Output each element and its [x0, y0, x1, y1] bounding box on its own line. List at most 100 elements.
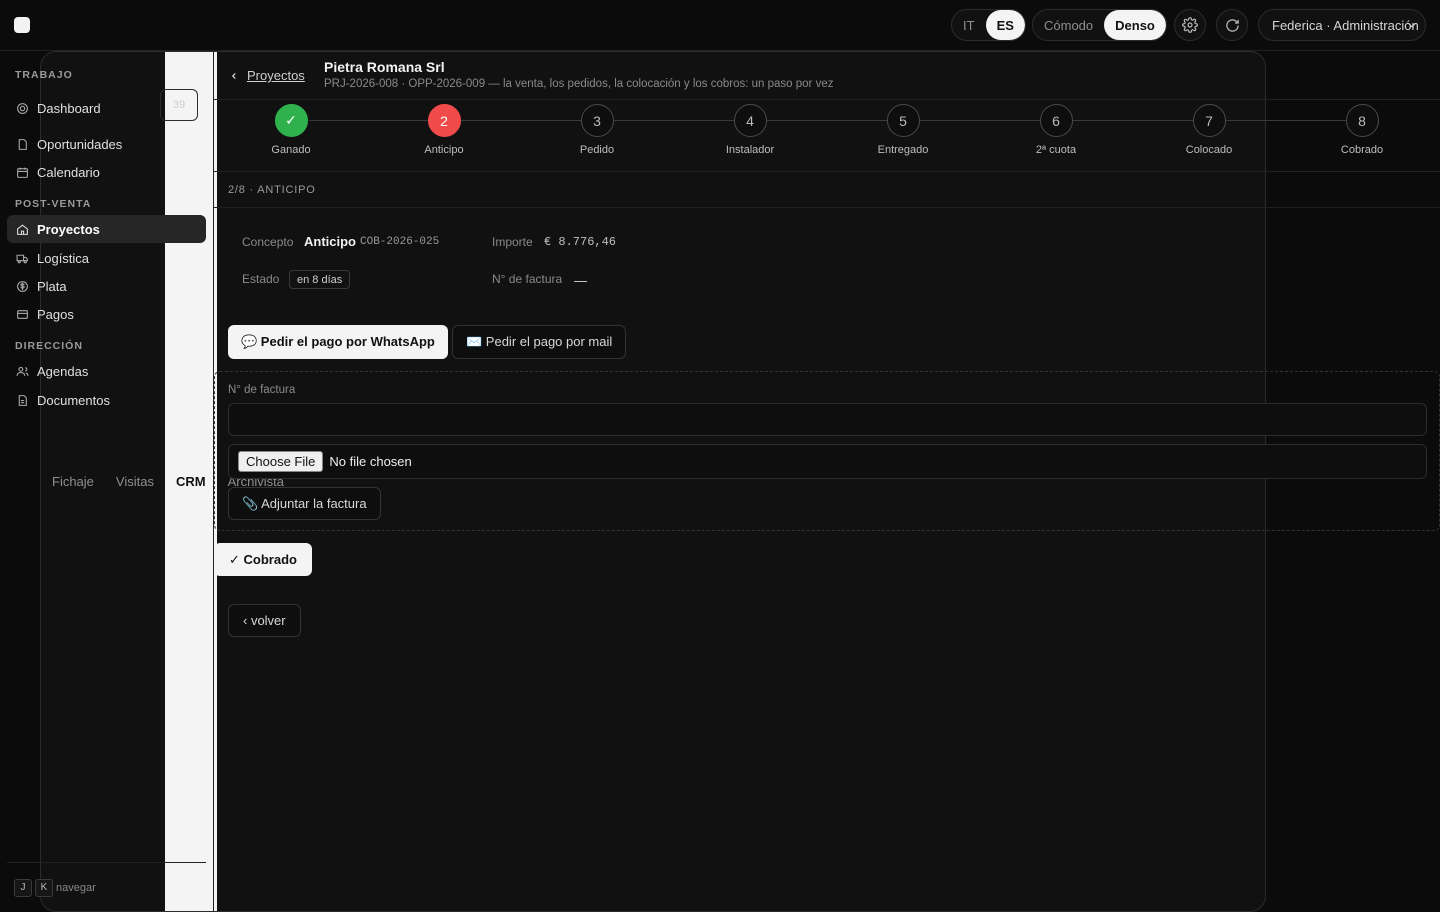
- step-ganado[interactable]: ✓ Ganado: [241, 104, 341, 156]
- step-circle: 8: [1345, 104, 1379, 137]
- step-entregado[interactable]: 5 Entregado: [853, 104, 953, 156]
- sidebar-item-label: Dashboard: [37, 100, 101, 116]
- step-circle: 3: [580, 104, 614, 137]
- step-instalador[interactable]: 4 Instalador: [700, 104, 800, 156]
- density-switcher: Cómodo Denso: [1032, 9, 1167, 41]
- sidebar-item-plata[interactable]: Plata: [7, 272, 206, 300]
- density-comodo[interactable]: Cómodo: [1033, 10, 1104, 40]
- sidebar-item-calendario[interactable]: Calendario: [7, 158, 206, 186]
- sidebar-item-label: Calendario: [37, 164, 100, 180]
- mark-paid-button[interactable]: ✓ Cobrado: [214, 543, 312, 576]
- file-icon: [16, 138, 29, 151]
- project-header: Proyectos Pietra Romana Srl PRJ-2026-008…: [214, 51, 1440, 100]
- step-anticipo[interactable]: 2 Anticipo: [394, 104, 494, 156]
- amount-value: € 8.776,46: [544, 235, 617, 249]
- sidebar-item-dashboard[interactable]: Dashboard 39: [7, 89, 206, 122]
- target-icon: [16, 102, 29, 115]
- step-label: Anticipo: [424, 144, 464, 156]
- step-circle: 4: [733, 104, 767, 137]
- dollar-icon: [16, 280, 29, 293]
- step-circle: 2: [427, 104, 461, 137]
- sidebar-item-label: Pagos: [37, 306, 74, 322]
- sidebar-item-proyectos[interactable]: Proyectos: [7, 215, 206, 243]
- step-label: Entregado: [877, 144, 929, 156]
- kbd-k: K: [35, 878, 53, 897]
- card-icon: [16, 308, 29, 321]
- invoice-number-label: N° de factura: [492, 272, 563, 286]
- invoice-number-input[interactable]: [228, 403, 1427, 436]
- chevron-down-icon: [1408, 22, 1416, 28]
- sidebar-item-documentos[interactable]: Documentos: [7, 386, 206, 414]
- attach-invoice-button[interactable]: 📎 Adjuntar la factura: [228, 487, 381, 520]
- sidebar-item-agendas[interactable]: Agendas: [7, 357, 206, 385]
- sidebar-item-label: Logística: [37, 250, 90, 266]
- calendar-icon: [16, 166, 29, 179]
- density-denso[interactable]: Denso: [1104, 10, 1166, 40]
- step-cobrado[interactable]: 8 Cobrado: [1312, 104, 1412, 156]
- sidebar-item-label: Agendas: [37, 363, 89, 379]
- settings-button[interactable]: [1174, 9, 1206, 41]
- main-content: Proyectos Pietra Romana Srl PRJ-2026-008…: [214, 51, 1440, 912]
- sidebar-item-label: Proyectos: [37, 221, 100, 237]
- step-pedido[interactable]: 3 Pedido: [547, 104, 647, 156]
- step-circle: ✓: [274, 104, 308, 137]
- step-label: 2ª cuota: [1035, 144, 1077, 156]
- top-bar: Fichaje Visitas CRM Archivista IT ES Cóm…: [0, 0, 1440, 912]
- document-icon: [16, 394, 29, 407]
- sidebar: TRABAJO Dashboard 39 Oportunidades Calen…: [0, 51, 214, 912]
- sidebar-item-logistica[interactable]: Logística: [7, 244, 206, 272]
- home-icon: [16, 223, 29, 236]
- step-circle: 5: [886, 104, 920, 137]
- step-colocado[interactable]: 7 Colocado: [1159, 104, 1259, 156]
- status-badge: en 8 días: [289, 270, 351, 289]
- sidebar-item-pagos[interactable]: Pagos: [7, 300, 206, 328]
- status-label: Estado: [242, 272, 280, 286]
- step-section-label: 2/8 · ANTICIPO: [228, 184, 316, 196]
- kbd-j: J: [14, 878, 32, 897]
- invoice-file-input[interactable]: Choose File No file chosen: [228, 444, 1427, 479]
- concept-code: COB-2026-025: [360, 236, 440, 248]
- language-switcher: IT ES: [951, 9, 1026, 41]
- step-segunda-cuota[interactable]: 6 2ª cuota: [1006, 104, 1106, 156]
- back-button[interactable]: ‹ volver: [228, 604, 301, 637]
- truck-icon: [16, 252, 29, 265]
- invoice-number-value: —: [574, 273, 587, 288]
- page-title: Pietra Romana Srl: [324, 59, 445, 75]
- app-logo-icon: [14, 17, 30, 33]
- divider: [214, 207, 1440, 208]
- sidebar-item-oportunidades[interactable]: Oportunidades: [7, 130, 206, 158]
- sidebar-item-label: Documentos: [37, 392, 110, 408]
- concept-value: Anticipo: [304, 234, 356, 249]
- progress-stepper: ✓ Ganado 2 Anticipo 3 Pedido 4 Instalado…: [214, 101, 1440, 172]
- file-status-text: No file chosen: [329, 454, 412, 469]
- step-label: Cobrado: [1340, 144, 1384, 156]
- refresh-button[interactable]: [1216, 9, 1248, 41]
- invoice-upload-panel: N° de factura Choose File No file chosen…: [214, 371, 1440, 531]
- language-it[interactable]: IT: [952, 10, 986, 40]
- amount-label: Importe: [492, 235, 533, 249]
- sidebar-item-label: Oportunidades: [37, 136, 123, 152]
- chevron-left-icon: [231, 72, 236, 79]
- request-payment-whatsapp-button[interactable]: 💬 Pedir el pago por WhatsApp: [228, 325, 448, 359]
- step-circle: 7: [1192, 104, 1226, 137]
- language-es[interactable]: ES: [985, 10, 1025, 40]
- step-circle: 6: [1039, 104, 1073, 137]
- request-payment-mail-button[interactable]: ✉️ Pedir el pago por mail: [452, 325, 627, 359]
- back-to-projects-link[interactable]: Proyectos: [229, 68, 305, 83]
- refresh-icon: [1225, 18, 1239, 32]
- sidebar-section-postventa: POST-VENTA: [15, 198, 92, 210]
- count-badge: 39: [160, 89, 198, 121]
- sidebar-section-direccion: DIRECCIÓN: [15, 340, 83, 352]
- concept-label: Concepto: [242, 235, 294, 249]
- step-label: Instalador: [725, 144, 775, 156]
- users-icon: [16, 365, 29, 378]
- step-label: Colocado: [1185, 144, 1233, 156]
- invoice-number-field-label: N° de factura: [228, 384, 296, 396]
- choose-file-button[interactable]: Choose File: [238, 451, 324, 472]
- step-label: Pedido: [579, 144, 615, 156]
- keyboard-hint-label: navegar: [56, 881, 96, 894]
- sidebar-section-trabajo: TRABAJO: [15, 69, 73, 81]
- page-subtitle: PRJ-2026-008 · OPP-2026-009 — la venta, …: [324, 78, 834, 90]
- sidebar-item-label: Plata: [37, 278, 67, 294]
- user-select[interactable]: Federica · Administración: [1258, 9, 1426, 41]
